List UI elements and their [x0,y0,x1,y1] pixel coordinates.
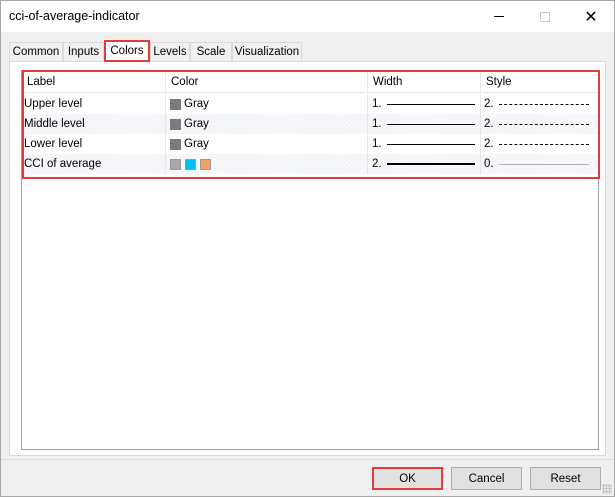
width-cell[interactable]: 1. [368,134,481,154]
style-cell[interactable]: 0. [481,154,598,174]
tab-scale[interactable]: Scale [190,42,232,61]
width-line-preview [387,143,475,145]
style-line-preview [499,163,589,165]
width-line-preview [387,123,475,125]
minimize-button[interactable] [476,1,522,32]
width-cell[interactable]: 2. [368,154,481,174]
window-title: cci-of-average-indicator [9,9,140,23]
color-cell[interactable]: Gray [166,114,368,134]
header-width[interactable]: Width [368,71,481,93]
width-cell[interactable]: 1. [368,114,481,134]
dialog-window: cci-of-average-indicator ✕ Common Inputs… [0,0,615,497]
tab-common[interactable]: Common [9,42,63,61]
width-line-preview [387,163,475,165]
close-icon: ✕ [584,6,598,26]
table-row[interactable]: Lower level Gray 1. 2. [22,134,598,154]
width-value: 2. [372,158,382,170]
row-label: CCI of average [22,154,166,174]
header-style[interactable]: Style [481,71,598,93]
table-row[interactable]: CCI of average 2. 0. [22,154,598,174]
header-color[interactable]: Color [166,71,368,93]
color-swatch [170,118,181,130]
style-value: 2. [484,98,494,110]
row-label: Middle level [22,114,166,134]
style-line-preview [499,123,589,125]
width-line-preview [387,103,475,105]
color-cell[interactable]: Gray [166,94,368,114]
width-cell[interactable]: 1. [368,94,481,114]
colors-list: Label Color Width Style Upper level Gray… [21,70,599,450]
style-value: 2. [484,138,494,150]
style-value: 2. [484,118,494,130]
maximize-button [522,1,568,32]
style-line-preview [499,103,589,105]
tab-inputs[interactable]: Inputs [63,42,104,61]
color-name: Gray [184,98,209,110]
color-name: Gray [184,138,209,150]
footer-separator [1,459,614,460]
style-value: 0. [484,158,494,170]
style-cell[interactable]: 2. [481,94,598,114]
minimize-icon [494,16,504,17]
color-cell[interactable]: Gray [166,134,368,154]
title-bar: cci-of-average-indicator ✕ [1,1,614,32]
reset-button[interactable]: Reset [530,467,601,490]
close-button[interactable]: ✕ [568,1,614,32]
color-swatch-1[interactable] [185,158,196,170]
tab-colors[interactable]: Colors [104,40,150,62]
ok-button[interactable]: OK [372,467,443,490]
color-swatch [170,98,181,110]
color-swatch [170,138,181,150]
table-row[interactable]: Middle level Gray 1. 2. [22,114,598,134]
style-line-preview [499,143,589,145]
width-value: 1. [372,118,382,130]
color-cell[interactable] [166,154,368,174]
list-header: Label Color Width Style [22,71,598,93]
cancel-button[interactable]: Cancel [451,467,522,490]
color-name: Gray [184,118,209,130]
row-label: Lower level [22,134,166,154]
tab-visualization[interactable]: Visualization [232,42,302,61]
color-swatch-2[interactable] [200,158,211,170]
style-cell[interactable]: 2. [481,114,598,134]
color-swatch-0[interactable] [170,158,181,170]
width-value: 1. [372,98,382,110]
row-label: Upper level [22,94,166,114]
table-row[interactable]: Upper level Gray 1. 2. [22,94,598,114]
width-value: 1. [372,138,382,150]
resize-grip[interactable] [602,484,612,494]
header-label[interactable]: Label [22,71,166,93]
style-cell[interactable]: 2. [481,134,598,154]
maximize-icon [540,11,550,22]
tab-levels[interactable]: Levels [150,42,190,61]
colors-panel: Label Color Width Style Upper level Gray… [9,61,606,456]
